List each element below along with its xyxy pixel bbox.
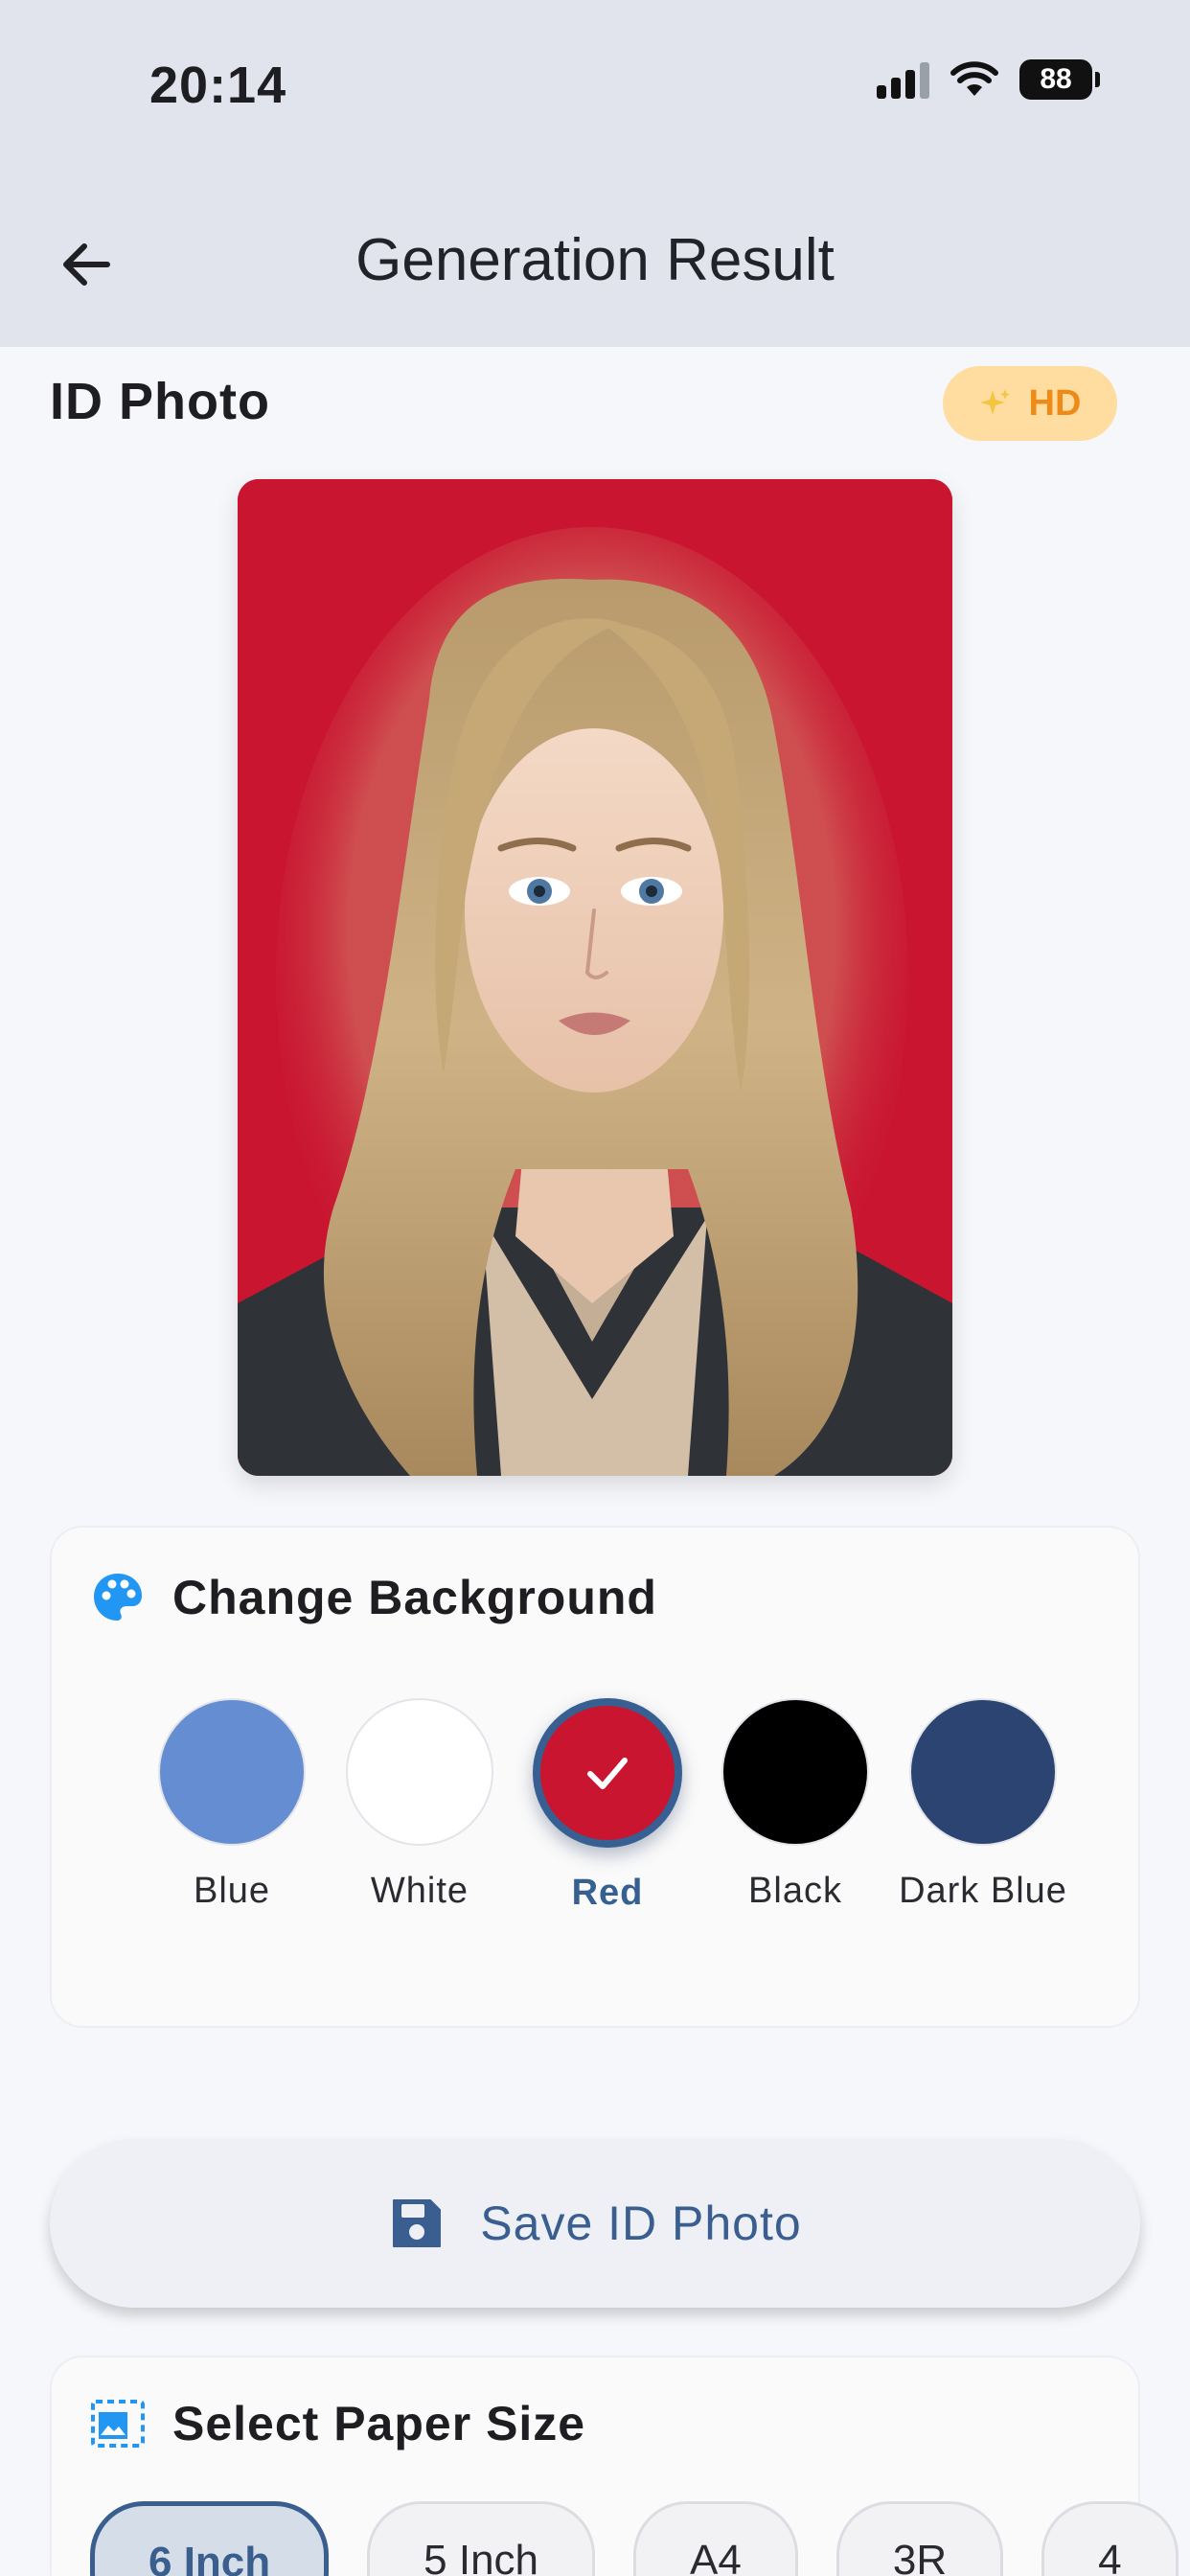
- paper-size-chip[interactable]: 4: [1041, 2501, 1179, 2576]
- status-time: 20:14: [149, 57, 287, 114]
- select-paper-size-card: Select Paper Size 6 Inch 5 Inch A4 3R 4: [50, 2356, 1179, 2576]
- swatch-circle[interactable]: [158, 1698, 306, 1846]
- swatch-label: Black: [748, 1871, 842, 1911]
- swatch-dark-blue[interactable]: Dark Blue: [889, 1698, 1077, 1914]
- paper-size-chip[interactable]: 5 Inch: [367, 2501, 596, 2576]
- paper-size-header: Select Paper Size: [90, 2396, 585, 2451]
- swatch-black[interactable]: Black: [701, 1698, 889, 1914]
- screen: 20:14 88 Generation Result ID Photo HD C…: [0, 0, 1190, 2576]
- palette-icon: [94, 1574, 142, 1621]
- page-title: Generation Result: [355, 227, 835, 293]
- background-swatches: Blue White Red Black Dark Blue: [138, 1698, 1077, 1914]
- section-title: ID Photo: [50, 373, 270, 430]
- status-icons: 88: [877, 59, 1100, 100]
- swatch-red[interactable]: Red: [514, 1698, 701, 1914]
- swatch-label: Dark Blue: [899, 1871, 1067, 1911]
- save-icon: [393, 2199, 442, 2247]
- paper-size-title: Select Paper Size: [172, 2397, 586, 2450]
- cellular-signal-icon: [877, 60, 929, 99]
- portrait-image: [238, 479, 952, 1476]
- save-button-label: Save ID Photo: [480, 2196, 802, 2250]
- hd-badge[interactable]: HD: [943, 366, 1117, 441]
- sparkles-icon: [979, 389, 1010, 415]
- swatch-circle[interactable]: [533, 1698, 682, 1848]
- wifi-icon: [950, 61, 998, 96]
- save-id-photo-button[interactable]: Save ID Photo: [50, 2139, 1140, 2308]
- swatch-circle[interactable]: [346, 1698, 493, 1846]
- swatch-circle[interactable]: [721, 1698, 869, 1846]
- swatch-circle[interactable]: [909, 1698, 1057, 1846]
- id-photo: [238, 479, 952, 1476]
- swatch-white[interactable]: White: [326, 1698, 514, 1914]
- swatch-label: White: [370, 1871, 469, 1911]
- paper-size-chip[interactable]: A4: [633, 2501, 798, 2576]
- battery-icon: 88: [1019, 59, 1100, 100]
- paper-size-options: 6 Inch 5 Inch A4 3R 4: [90, 2501, 1179, 2576]
- change-background-header: Change Background: [90, 1570, 657, 1625]
- image-size-icon: [91, 2400, 145, 2448]
- swatch-blue[interactable]: Blue: [138, 1698, 326, 1914]
- paper-size-chip[interactable]: 6 Inch: [90, 2501, 330, 2576]
- change-background-title: Change Background: [172, 1571, 657, 1624]
- hd-badge-label: HD: [1028, 382, 1082, 424]
- swatch-label: Red: [571, 1873, 644, 1913]
- change-background-card: Change Background Blue White Red Black D…: [50, 1526, 1140, 2028]
- swatch-label: Blue: [193, 1871, 271, 1911]
- checkmark-icon: [587, 1758, 628, 1789]
- paper-size-chip[interactable]: 3R: [835, 2501, 1004, 2576]
- top-bar: 20:14 88 Generation Result: [0, 0, 1190, 347]
